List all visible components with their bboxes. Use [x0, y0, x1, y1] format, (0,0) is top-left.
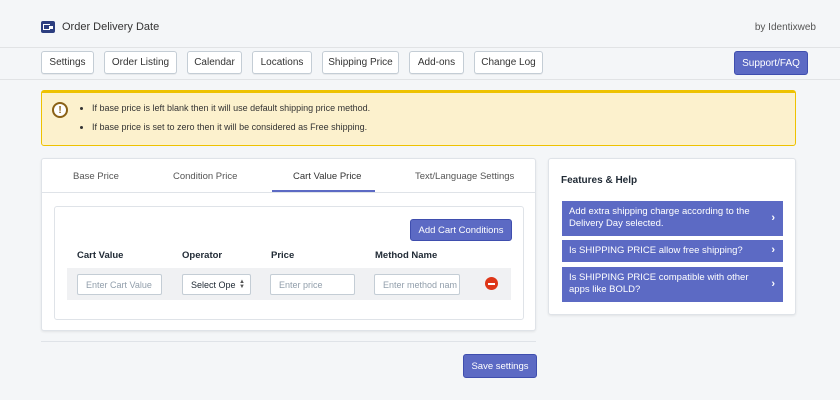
header-cart-value: Cart Value	[77, 250, 124, 261]
nav-locations[interactable]: Locations	[252, 51, 312, 74]
help-item-label: Add extra shipping charge according to t…	[569, 206, 750, 229]
method-name-input[interactable]: Enter method nam	[374, 274, 460, 295]
tab-condition-price[interactable]: Condition Price	[173, 171, 237, 182]
active-tab-indicator	[272, 190, 375, 192]
nav-add-ons[interactable]: Add-ons	[409, 51, 464, 74]
chevron-right-icon: ›	[771, 278, 775, 290]
add-cart-conditions-button[interactable]: Add Cart Conditions	[410, 219, 512, 241]
help-item-free-shipping[interactable]: Is SHIPPING PRICE allow free shipping? ›	[562, 240, 783, 262]
help-item-label: Is SHIPPING PRICE compatible with other …	[569, 272, 749, 295]
nav-settings[interactable]: Settings	[41, 51, 94, 74]
operator-select[interactable]: Select Ope ▲ ▼	[182, 274, 251, 295]
chevron-right-icon: ›	[771, 244, 775, 256]
top-bar: Order Delivery Date by Identixweb	[0, 0, 840, 48]
help-item-bold-compatibility[interactable]: Is SHIPPING PRICE compatible with other …	[562, 267, 783, 302]
cart-value-input[interactable]: Enter Cart Value	[77, 274, 162, 295]
notice-line: If base price is left blank then it will…	[92, 103, 370, 113]
nav-shipping-price[interactable]: Shipping Price	[322, 51, 399, 74]
select-arrows-icon: ▲ ▼	[239, 279, 245, 290]
tab-text-language-settings[interactable]: Text/Language Settings	[415, 171, 514, 182]
help-item-delivery-day-charge[interactable]: Add extra shipping charge according to t…	[562, 201, 783, 236]
condition-row: Enter Cart Value Select Ope ▲ ▼ Enter pri…	[67, 268, 511, 300]
delivery-truck-icon	[41, 21, 55, 33]
notice-banner: ! If base price is left blank then it wi…	[41, 90, 796, 146]
vendor-credit: by Identixweb	[754, 22, 816, 33]
chevron-right-icon: ›	[771, 212, 775, 224]
alert-icon: !	[52, 102, 68, 118]
tab-bar: Base Price Condition Price Cart Value Pr…	[42, 159, 535, 193]
remove-row-icon[interactable]	[485, 277, 498, 290]
shipping-price-card: Base Price Condition Price Cart Value Pr…	[41, 158, 536, 331]
notice-list: If base price is left blank then it will…	[92, 103, 370, 141]
help-item-label: Is SHIPPING PRICE allow free shipping?	[569, 245, 743, 256]
tab-base-price[interactable]: Base Price	[73, 171, 119, 182]
tab-cart-value-price[interactable]: Cart Value Price	[293, 171, 361, 182]
notice-line: If base price is set to zero then it wil…	[92, 122, 370, 132]
operator-select-value: Select Ope	[191, 279, 236, 290]
nav-change-log[interactable]: Change Log	[474, 51, 543, 74]
price-input[interactable]: Enter price	[270, 274, 355, 295]
header-price: Price	[271, 250, 295, 261]
main-nav: Settings Order Listing Calendar Location…	[0, 48, 840, 80]
header-operator: Operator	[182, 250, 223, 261]
header-method-name: Method Name	[375, 250, 438, 261]
save-settings-button[interactable]: Save settings	[463, 354, 537, 378]
help-title: Features & Help	[561, 175, 638, 186]
cart-conditions-panel: Add Cart Conditions Cart Value Operator …	[54, 206, 524, 320]
app-title: Order Delivery Date	[62, 21, 160, 33]
nav-calendar[interactable]: Calendar	[187, 51, 242, 74]
support-faq-button[interactable]: Support/FAQ	[734, 51, 808, 75]
nav-order-listing[interactable]: Order Listing	[104, 51, 177, 74]
features-help-card: Features & Help Add extra shipping charg…	[548, 158, 796, 315]
divider	[41, 341, 536, 342]
